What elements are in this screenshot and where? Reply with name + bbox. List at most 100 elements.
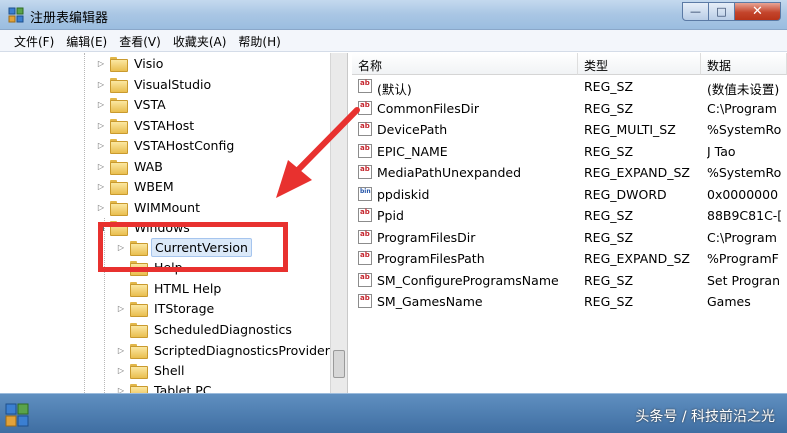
folder-icon <box>130 383 148 393</box>
tree-item-label: VSTAHostConfig <box>134 137 235 153</box>
value-row[interactable]: ab MediaPathUnexpanded REG_EXPAND_SZ %Sy… <box>352 163 787 184</box>
expand-arrow-icon[interactable]: ▷ <box>96 182 106 191</box>
tree-item-visualstudio[interactable]: ▷ VisualStudio <box>96 74 214 94</box>
value-data: C:\Program <box>707 230 777 245</box>
menu-favorites[interactable]: 收藏夹(A) <box>167 30 233 51</box>
value-row[interactable]: ab EPIC_NAME REG_SZ J Tao <box>352 142 787 163</box>
expand-arrow-icon[interactable]: ▷ <box>96 141 106 150</box>
folder-icon <box>110 118 128 134</box>
folder-icon <box>130 301 148 317</box>
taskbar: 头条号 / 科技前沿之光 <box>0 393 787 433</box>
value-type: REG_SZ <box>584 273 634 288</box>
annotation-highlight-box <box>98 222 288 272</box>
tree-item-label: WIMMount <box>134 199 201 215</box>
value-name: ppdiskid <box>377 187 430 202</box>
maximize-button[interactable]: □ <box>709 2 735 21</box>
close-button[interactable]: ✕ <box>735 2 781 21</box>
value-data: %ProgramF <box>707 251 779 266</box>
tree-scrollbar-thumb[interactable] <box>333 350 345 378</box>
regedit-app-icon <box>8 7 24 23</box>
folder-icon <box>110 159 128 175</box>
binary-value-icon: bin <box>358 187 372 201</box>
column-header-data[interactable]: 数据 <box>701 53 787 75</box>
tree-item-wbem[interactable]: ▷ WBEM <box>96 176 177 196</box>
value-row[interactable]: ab CommonFilesDir REG_SZ C:\Program <box>352 99 787 120</box>
tree-item-scripteddiagnosticsprovider[interactable]: ▷ ScriptedDiagnosticsProvider <box>116 340 333 360</box>
tree-item-vstahost[interactable]: ▷ VSTAHost <box>96 115 197 135</box>
expand-arrow-icon[interactable]: ▷ <box>96 121 106 130</box>
value-name: EPIC_NAME <box>377 144 448 159</box>
tree-item-label: VSTA <box>134 96 166 112</box>
tree-item-wimmount[interactable]: ▷ WIMMount <box>96 197 203 217</box>
value-name: Ppid <box>377 208 404 223</box>
value-type: REG_SZ <box>584 79 634 94</box>
value-name: SM_GamesName <box>377 294 483 309</box>
value-name: CommonFilesDir <box>377 101 479 116</box>
expand-arrow-icon[interactable]: ▷ <box>96 203 106 212</box>
expand-arrow-icon[interactable]: ▷ <box>96 80 106 89</box>
value-row[interactable]: ab Ppid REG_SZ 88B9C81C-[ <box>352 206 787 227</box>
value-row[interactable]: bin ppdiskid REG_DWORD 0x0000000 <box>352 185 787 206</box>
value-row[interactable]: ab SM_ConfigureProgramsName REG_SZ Set P… <box>352 271 787 292</box>
folder-icon <box>130 281 148 297</box>
folder-icon <box>130 322 148 338</box>
column-header-type[interactable]: 类型 <box>578 53 701 75</box>
value-data: 0x0000000 <box>707 187 779 202</box>
folder-icon <box>130 343 148 359</box>
tree-item-itstorage[interactable]: ▷ ITStorage <box>116 298 217 318</box>
string-value-icon: ab <box>358 208 372 222</box>
expand-arrow-icon[interactable]: ▷ <box>116 386 126 394</box>
tree-item-label: Shell <box>154 362 185 378</box>
string-value-icon: ab <box>358 230 372 244</box>
menu-file[interactable]: 文件(F) <box>8 30 60 51</box>
folder-icon <box>110 200 128 216</box>
value-type: REG_DWORD <box>584 187 667 202</box>
title-bar: 注册表编辑器 — □ ✕ <box>0 0 787 30</box>
tree-item-shell[interactable]: ▷ Shell <box>116 360 188 380</box>
tree-item-label: ScriptedDiagnosticsProvider <box>154 342 330 358</box>
tree-item-label: WAB <box>134 158 163 174</box>
tree-item-vsta[interactable]: ▷ VSTA <box>96 94 169 114</box>
tree-item-label: WBEM <box>134 178 174 194</box>
value-type: REG_SZ <box>584 294 634 309</box>
tree-item-wab[interactable]: ▷ WAB <box>96 156 166 176</box>
expand-arrow-icon[interactable]: ▷ <box>116 304 126 313</box>
window-controls: — □ ✕ <box>682 2 781 22</box>
expand-arrow-icon[interactable]: ▷ <box>96 59 106 68</box>
expand-arrow-icon[interactable]: ▷ <box>116 366 126 375</box>
menu-view[interactable]: 查看(V) <box>113 30 167 51</box>
value-type: REG_EXPAND_SZ <box>584 251 690 266</box>
value-type: REG_SZ <box>584 208 634 223</box>
value-row[interactable]: ab DevicePath REG_MULTI_SZ %SystemRo <box>352 120 787 141</box>
tree-item-html-help[interactable]: HTML Help <box>116 278 224 298</box>
value-name: MediaPathUnexpanded <box>377 165 522 180</box>
regedit-taskbar-icon[interactable] <box>2 398 34 430</box>
minimize-button[interactable]: — <box>682 2 709 21</box>
expand-arrow-icon[interactable]: ▷ <box>96 162 106 171</box>
tree-item-label: Visio <box>134 55 164 71</box>
column-header-name[interactable]: 名称 <box>352 53 578 75</box>
value-row[interactable]: ab (默认) REG_SZ (数值未设置) <box>352 77 787 98</box>
tree-item-label: ScheduledDiagnostics <box>154 321 292 337</box>
tree-scrollbar[interactable] <box>330 53 347 393</box>
registry-values-list[interactable]: 名称 类型 数据 ab (默认) REG_SZ (数值未设置) ab Commo… <box>352 53 787 393</box>
value-row[interactable]: ab ProgramFilesDir REG_SZ C:\Program <box>352 228 787 249</box>
value-type: REG_SZ <box>584 144 634 159</box>
value-type: REG_MULTI_SZ <box>584 122 676 137</box>
value-row[interactable]: ab SM_GamesName REG_SZ Games <box>352 292 787 313</box>
tree-item-tablet-pc[interactable]: ▷ Tablet PC <box>116 380 214 393</box>
string-value-icon: ab <box>358 251 372 265</box>
tree-item-scheduleddiagnostics[interactable]: ScheduledDiagnostics <box>116 319 295 339</box>
value-type: REG_EXPAND_SZ <box>584 165 690 180</box>
folder-icon <box>110 97 128 113</box>
tree-item-visio[interactable]: ▷ Visio <box>96 53 166 73</box>
value-row[interactable]: ab ProgramFilesPath REG_EXPAND_SZ %Progr… <box>352 249 787 270</box>
menu-edit[interactable]: 编辑(E) <box>60 30 113 51</box>
value-data: Set Progran <box>707 273 780 288</box>
value-name: ProgramFilesPath <box>377 251 485 266</box>
expand-arrow-icon[interactable]: ▷ <box>96 100 106 109</box>
menu-help[interactable]: 帮助(H) <box>232 30 286 51</box>
expand-arrow-icon[interactable]: ▷ <box>116 346 126 355</box>
regedit-window: 注册表编辑器 — □ ✕ 文件(F) 编辑(E) 查看(V) 收藏夹(A) 帮助… <box>0 0 787 433</box>
tree-item-vstahostconfig[interactable]: ▷ VSTAHostConfig <box>96 135 237 155</box>
